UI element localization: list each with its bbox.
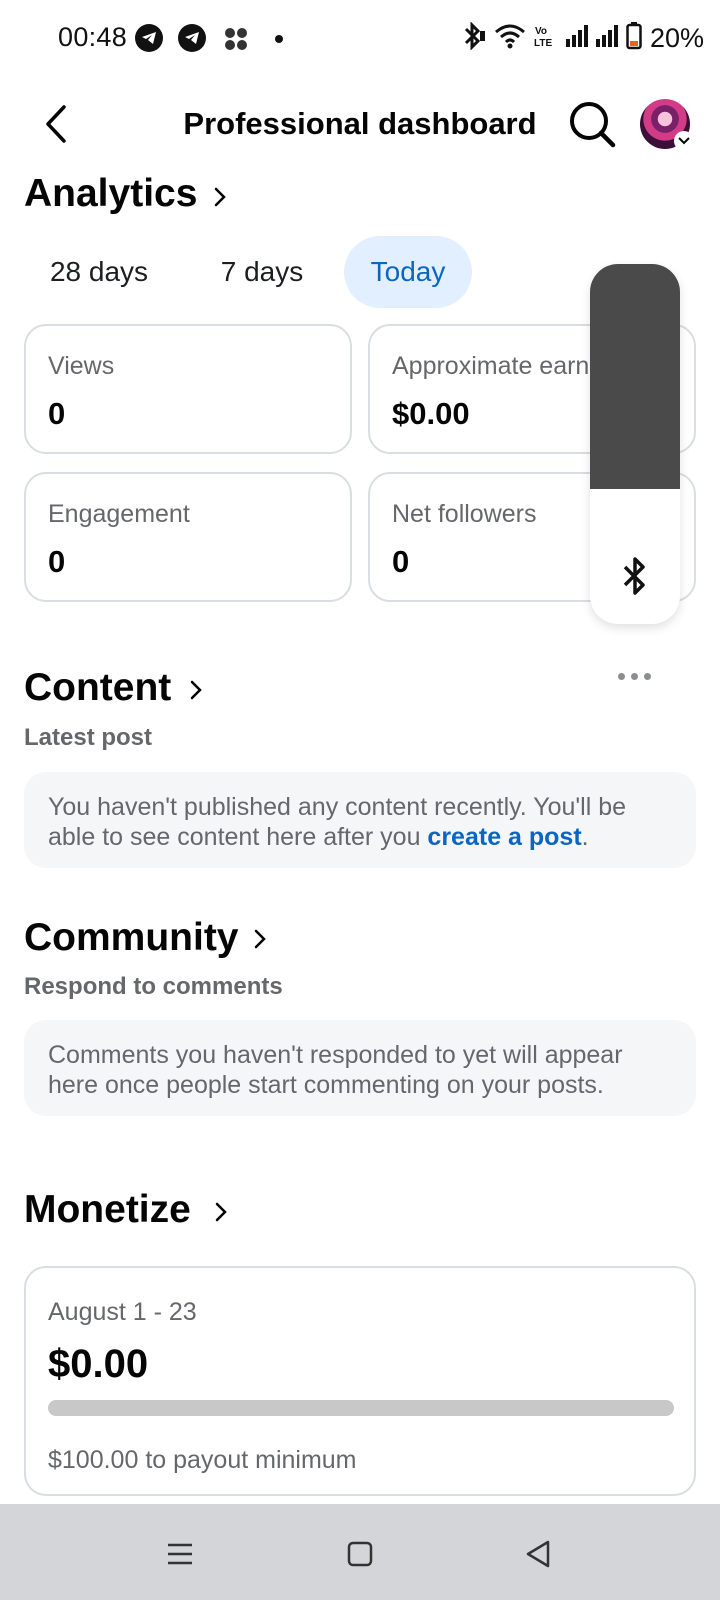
app-grid-icon bbox=[224, 27, 248, 56]
dot bbox=[643, 672, 651, 680]
community-subtitle: Respond to comments bbox=[24, 973, 283, 1000]
status-time: 00:48 bbox=[58, 22, 128, 52]
search-button[interactable] bbox=[568, 100, 616, 148]
system-nav-bar bbox=[0, 1504, 720, 1600]
recents-button[interactable] bbox=[162, 1536, 198, 1572]
tab-today[interactable]: Today bbox=[344, 236, 472, 308]
more-options-button[interactable] bbox=[614, 666, 654, 686]
dot bbox=[617, 672, 625, 680]
telegram-icon bbox=[178, 24, 206, 52]
telegram-icon bbox=[135, 24, 163, 52]
stat-label: Engagement bbox=[48, 500, 190, 528]
signal-icon bbox=[565, 25, 588, 52]
panel-handle[interactable] bbox=[590, 264, 680, 489]
chevron-right-icon[interactable] bbox=[186, 680, 206, 700]
back-nav-button[interactable] bbox=[520, 1536, 556, 1572]
wifi-icon bbox=[494, 23, 526, 54]
monetize-heading[interactable]: Monetize bbox=[24, 1188, 191, 1232]
stat-label: Views bbox=[48, 352, 115, 380]
chevron-right-icon[interactable] bbox=[211, 1202, 231, 1222]
earnings-amount: $0.00 bbox=[48, 1342, 149, 1386]
status-bar: 00:48 Vo LTE 20% bbox=[0, 0, 720, 80]
content-heading[interactable]: Content bbox=[24, 666, 171, 710]
bluetooth-icon bbox=[460, 21, 486, 55]
stat-value: $0.00 bbox=[392, 396, 470, 431]
signal-icon bbox=[595, 25, 618, 52]
floating-panel[interactable] bbox=[590, 264, 680, 624]
battery-percent: 20% bbox=[649, 23, 704, 53]
payout-minimum-note: $100.00 to payout minimum bbox=[48, 1446, 357, 1474]
stat-label: Net followers bbox=[392, 500, 537, 528]
svg-text:LTE: LTE bbox=[534, 38, 552, 49]
square-icon bbox=[347, 1541, 373, 1567]
chevron-right-icon[interactable] bbox=[250, 929, 270, 949]
bluetooth-icon[interactable] bbox=[619, 556, 651, 596]
tab-28-days[interactable]: 28 days bbox=[24, 236, 174, 308]
menu-icon bbox=[168, 1543, 192, 1565]
chevron-down-icon bbox=[674, 131, 694, 151]
create-post-link[interactable]: create a post bbox=[427, 823, 581, 851]
stat-value: 0 bbox=[48, 396, 66, 431]
content-empty-message: You haven't published any content recent… bbox=[24, 772, 696, 868]
top-app-bar: Professional dashboard bbox=[0, 86, 720, 162]
monetize-card[interactable]: August 1 - 23 $0.00 $100.00 to payout mi… bbox=[24, 1266, 696, 1496]
content-subtitle: Latest post bbox=[24, 724, 153, 751]
svg-text:Vo: Vo bbox=[535, 26, 547, 37]
search-icon bbox=[570, 102, 616, 148]
stat-card-views[interactable]: Views 0 bbox=[24, 324, 352, 454]
notification-dot-icon bbox=[275, 35, 283, 43]
analytics-heading[interactable]: Analytics bbox=[24, 172, 197, 216]
message-end: . bbox=[581, 823, 589, 851]
profile-switcher[interactable] bbox=[640, 99, 694, 151]
community-heading[interactable]: Community bbox=[24, 916, 239, 960]
stat-value: 0 bbox=[48, 544, 66, 579]
home-button[interactable] bbox=[342, 1536, 378, 1572]
volte-icon: Vo LTE bbox=[534, 23, 558, 54]
date-range: August 1 - 23 bbox=[48, 1298, 197, 1326]
chevron-right-icon[interactable] bbox=[210, 187, 230, 207]
stat-value: 0 bbox=[392, 544, 410, 579]
community-empty-message: Comments you haven't responded to yet wi… bbox=[24, 1020, 696, 1116]
stat-card-engagement[interactable]: Engagement 0 bbox=[24, 472, 352, 602]
tab-7-days[interactable]: 7 days bbox=[192, 236, 332, 308]
payout-progress-bar bbox=[48, 1400, 674, 1416]
dot bbox=[630, 672, 638, 680]
triangle-back-icon bbox=[526, 1540, 550, 1568]
battery-icon bbox=[626, 22, 642, 55]
status-right: Vo LTE 20% bbox=[460, 21, 704, 55]
